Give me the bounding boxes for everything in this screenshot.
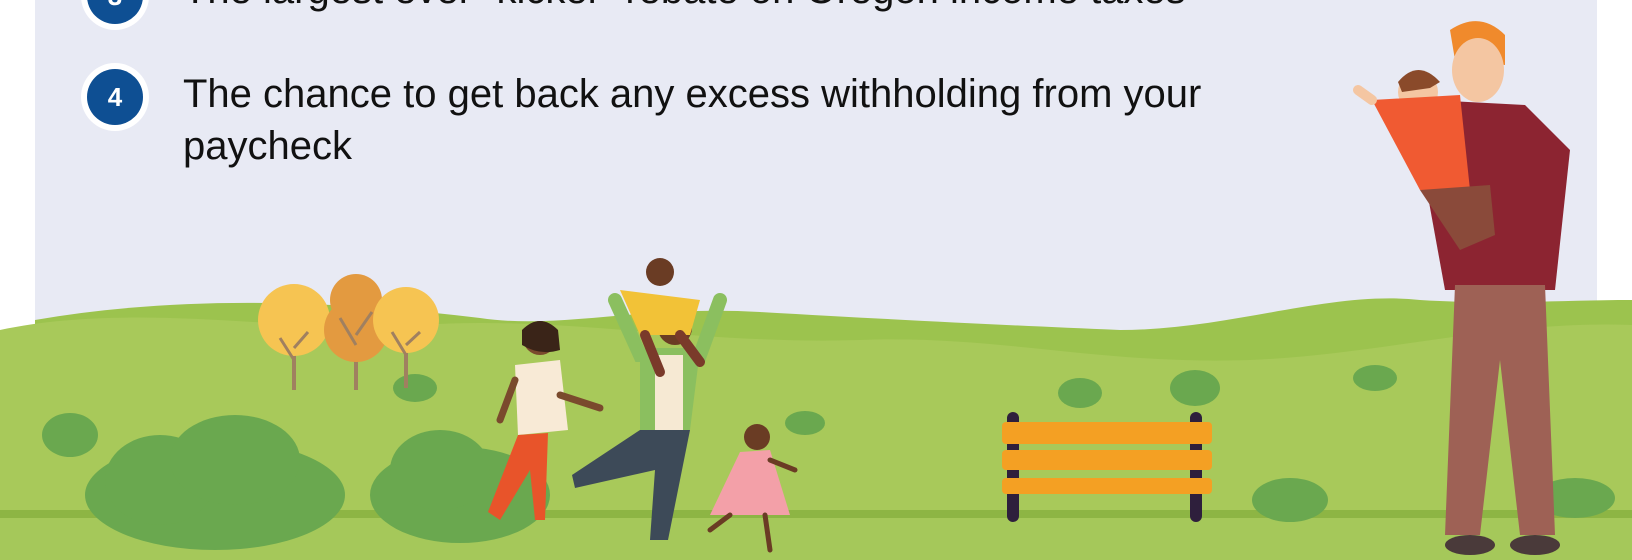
item-text-4: The chance to get back any excess withho… [183,72,1202,168]
bullet-number-4: 4 [87,69,143,125]
bullet-number-3: 3 [87,0,143,24]
item-text-3: The largest ever “kicker” rebate on Oreg… [183,0,1186,16]
bullet-4: 4 [81,63,149,131]
